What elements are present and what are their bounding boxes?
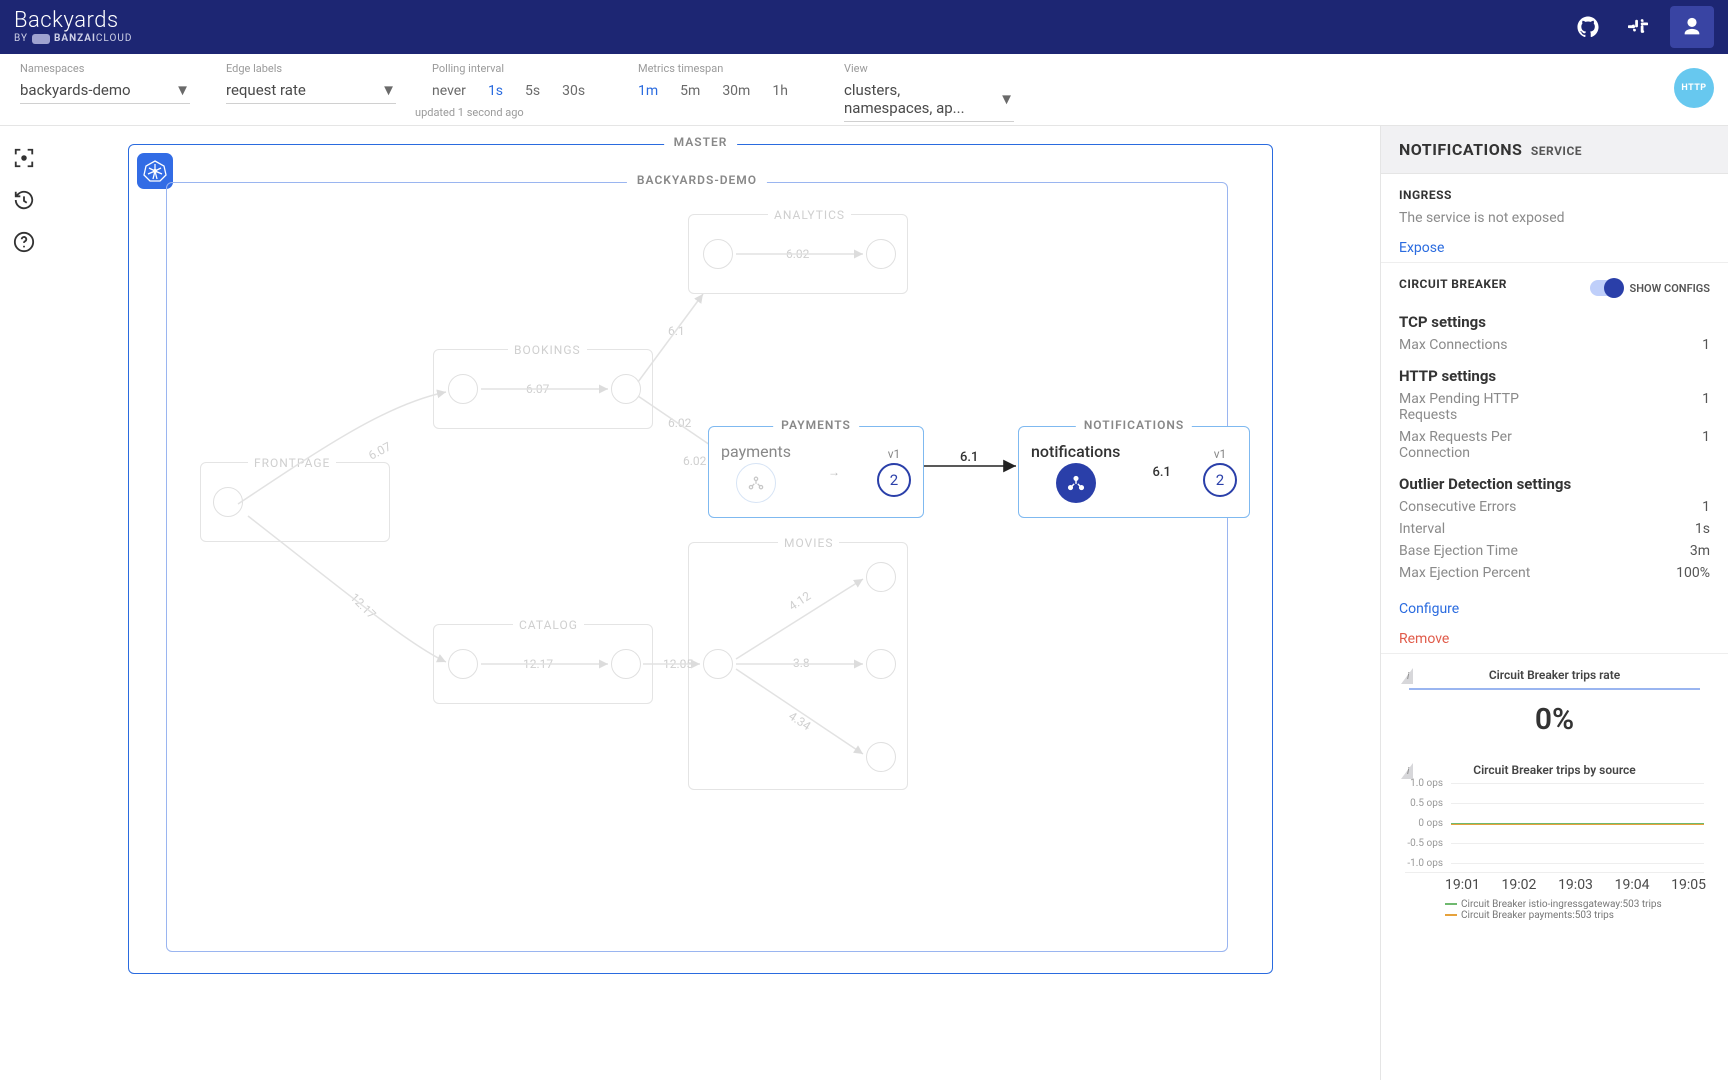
ingress-section: INGRESS The service is not exposed Expos… — [1381, 174, 1728, 263]
chart-title: Circuit Breaker trips rate — [1399, 668, 1710, 682]
show-configs-toggle[interactable]: SHOW CONFIGS — [1590, 280, 1710, 296]
cluster-label: MASTER — [664, 135, 738, 149]
slack-icon[interactable] — [1620, 9, 1656, 45]
info-icon[interactable]: i — [1401, 763, 1413, 779]
brand-logo[interactable]: Backyards BY BANZAICLOUD — [14, 10, 132, 44]
http-settings-heading: HTTP settings — [1399, 367, 1710, 385]
version-node[interactable]: 2 — [877, 463, 911, 497]
series-line-2 — [1451, 824, 1704, 825]
version-node[interactable]: 2 — [1203, 463, 1237, 497]
configure-link[interactable]: Configure — [1399, 601, 1459, 617]
tcp-settings-heading: TCP settings — [1399, 313, 1710, 331]
chart-value: 0% — [1409, 688, 1700, 749]
ingress-heading: INGRESS — [1399, 188, 1710, 202]
metrics-segmented[interactable]: 1m 5m 30m 1h — [638, 77, 808, 99]
chart-trips-by-source: i Circuit Breaker trips by source 1.0 op… — [1399, 763, 1710, 921]
metrics-label: Metrics timespan — [638, 62, 808, 75]
help-icon[interactable] — [10, 228, 38, 256]
service-icon — [736, 463, 776, 503]
toggle-switch-icon — [1590, 280, 1622, 296]
version-label: v1 — [1214, 447, 1227, 461]
brand-main: Backyards — [14, 10, 132, 32]
service-name: notifications — [1031, 442, 1120, 461]
panel-subtitle: SERVICE — [1531, 144, 1582, 158]
table-row: Max Pending HTTP Requests1 — [1399, 391, 1710, 423]
chevron-down-icon: ▼ — [999, 90, 1014, 108]
service-card-title: NOTIFICATIONS — [1076, 418, 1192, 432]
edge-label: 6.1 — [960, 450, 978, 465]
circuit-breaker-section: CIRCUIT BREAKER SHOW CONFIGS TCP setting… — [1381, 263, 1728, 654]
service-icon — [1056, 463, 1096, 503]
service-name: payments — [721, 442, 791, 461]
chart-plot-area: 1.0 ops 0.5 ops 0 ops -0.5 ops -1.0 ops — [1405, 783, 1704, 873]
version-label: v1 — [888, 447, 901, 461]
table-row: Consecutive Errors1 — [1399, 499, 1710, 515]
view-label: View — [844, 62, 1014, 75]
cb-heading: CIRCUIT BREAKER — [1399, 277, 1507, 291]
control-bar: Namespaces backyards-demo▼ Edge labels r… — [0, 54, 1728, 126]
edge-labels-label: Edge labels — [226, 62, 396, 75]
http-protocol-badge[interactable]: HTTP — [1674, 68, 1714, 108]
top-nav: Backyards BY BANZAICLOUD — [0, 0, 1728, 54]
focus-icon[interactable] — [10, 144, 38, 172]
namespaces-label: Namespaces — [20, 62, 190, 75]
chevron-down-icon: ▼ — [175, 81, 190, 99]
chevron-down-icon: ▼ — [381, 81, 396, 99]
table-row: Interval1s — [1399, 521, 1710, 537]
details-panel: NOTIFICATIONS SERVICE INGRESS The servic… — [1380, 126, 1728, 1080]
edge-labels-select[interactable]: request rate▼ — [226, 77, 396, 104]
service-card-notifications[interactable]: NOTIFICATIONS notifications 6.1 v1 2 — [1018, 426, 1250, 518]
chart-title: Circuit Breaker trips by source — [1399, 763, 1710, 777]
view-select[interactable]: clusters, namespaces, ap...▼ — [844, 77, 1014, 122]
polling-segmented[interactable]: never 1s 5s 30s — [432, 77, 602, 99]
pipeline-icon — [32, 34, 50, 44]
history-icon[interactable] — [10, 186, 38, 214]
expose-link[interactable]: Expose — [1399, 240, 1444, 256]
outlier-settings-heading: Outlier Detection settings — [1399, 475, 1710, 493]
namespace-label: BACKYARDS-DEMO — [627, 173, 767, 187]
last-updated: updated 1 second ago — [415, 106, 524, 119]
ingress-status: The service is not exposed — [1399, 210, 1710, 226]
remove-link[interactable]: Remove — [1399, 631, 1449, 647]
table-row: Max Requests Per Connection1 — [1399, 429, 1710, 461]
namespaces-select[interactable]: backyards-demo▼ — [20, 77, 190, 104]
table-row: Max Ejection Percent100% — [1399, 565, 1710, 581]
service-card-title: PAYMENTS — [773, 418, 859, 432]
panel-title: NOTIFICATIONS — [1399, 140, 1522, 159]
chart-x-ticks: 19:0119:0219:0319:0419:05 — [1445, 877, 1706, 893]
panel-header: NOTIFICATIONS SERVICE — [1381, 126, 1728, 174]
brand-sub: BY BANZAICLOUD — [14, 34, 132, 44]
info-icon[interactable]: i — [1401, 668, 1413, 684]
github-icon[interactable] — [1570, 9, 1606, 45]
table-row: Max Connections1 — [1399, 337, 1710, 353]
topology-canvas[interactable]: MASTER BACKYARDS-DEMO ANALYTICS 6.02 BOO… — [48, 126, 1380, 1080]
left-tool-rail — [0, 126, 48, 256]
user-menu-button[interactable] — [1670, 6, 1714, 48]
chart-legend: Circuit Breaker istio-ingressgateway:503… — [1445, 899, 1710, 921]
polling-label: Polling interval — [432, 62, 602, 75]
service-card-payments[interactable]: PAYMENTS payments → v1 2 — [708, 426, 924, 518]
table-row: Base Ejection Time3m — [1399, 543, 1710, 559]
chart-trips-rate: i Circuit Breaker trips rate 0% — [1399, 668, 1710, 749]
